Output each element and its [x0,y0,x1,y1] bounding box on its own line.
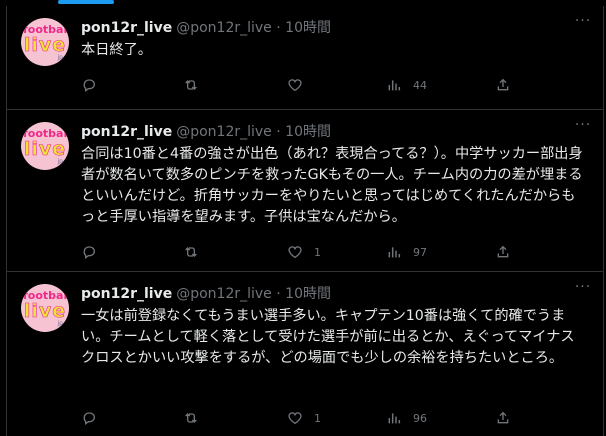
views-button[interactable]: 44 [386,76,427,94]
views-icon [386,244,402,260]
author-handle[interactable]: @pon12r_live [176,124,272,140]
author-name[interactable]: pon12r_live [81,20,172,36]
active-tab-indicator [58,0,114,4]
views-icon [386,410,402,426]
views-count: 97 [413,245,427,259]
tweet-text: 一女は前登録なくてもうまい選手多い。キャプテン10番は強くて的確でうまい。チーム… [81,308,575,366]
views-button[interactable]: 97 [386,243,427,261]
reply-button[interactable] [81,243,108,261]
share-button[interactable] [495,243,511,261]
like-icon [287,244,303,260]
tweet-actions: 1 96 [81,409,521,427]
retweet-button[interactable] [183,409,210,427]
tweet[interactable]: football live jp pon12r_live @pon12r_live… [7,6,603,110]
share-button[interactable] [495,409,511,427]
tweet[interactable]: football live jp pon12r_live @pon12r_live… [7,272,603,436]
reply-icon [81,244,97,260]
share-icon [495,410,511,426]
tweet[interactable]: football live jp pon12r_live @pon12r_live… [7,110,603,272]
views-count: 44 [413,78,427,92]
avatar-text-main: live [23,34,67,57]
share-icon [495,77,511,93]
separator-dot: · [276,286,281,302]
like-icon [287,410,303,426]
views-count: 96 [413,411,427,425]
tweet-time[interactable]: 10時間 [285,286,331,302]
tweet-header: pon12r_live @pon12r_live · 10時間 [81,283,589,303]
reply-button[interactable] [81,409,108,427]
avatar-text-sub: jp [57,320,63,327]
separator-dot: · [276,124,281,140]
retweet-button[interactable] [183,243,210,261]
author-handle[interactable]: @pon12r_live [176,20,272,36]
retweet-button[interactable] [183,76,210,94]
reply-icon [81,77,97,93]
avatar-text-main: live [23,138,67,161]
tweet-actions: 1 97 [81,243,521,261]
author-handle[interactable]: @pon12r_live [176,286,272,302]
avatar-text-sub: jp [57,54,63,61]
avatar[interactable]: football live jp [21,122,69,170]
share-button[interactable] [495,76,511,94]
avatar-text-sub: jp [57,158,63,165]
tweet-time[interactable]: 10時間 [285,20,331,36]
retweet-icon [183,77,199,93]
more-icon[interactable]: ··· [573,280,593,296]
views-icon [386,77,402,93]
tweet-header: pon12r_live @pon12r_live · 10時間 [81,121,589,141]
more-icon[interactable]: ··· [573,14,593,30]
like-count: 1 [314,411,321,425]
author-name[interactable]: pon12r_live [81,124,172,140]
like-button[interactable] [287,76,314,94]
author-name[interactable]: pon12r_live [81,286,172,302]
timeline: football live jp pon12r_live @pon12r_live… [6,6,604,436]
retweet-icon [183,244,199,260]
tweet-header: pon12r_live @pon12r_live · 10時間 [81,17,589,37]
avatar-text-main: live [23,300,67,323]
share-icon [495,244,511,260]
avatar[interactable]: football live jp [21,284,69,332]
avatar[interactable]: football live jp [21,18,69,66]
reply-icon [81,410,97,426]
views-button[interactable]: 96 [386,409,427,427]
reply-button[interactable] [81,76,108,94]
like-count: 1 [314,245,321,259]
retweet-icon [183,410,199,426]
tweet-text: 本日終了。 [81,42,152,58]
like-button[interactable]: 1 [287,243,321,261]
like-icon [287,77,303,93]
tweet-text: 合同は10番と4番の強さが出色（あれ？表現合ってる？）。中学サッカー部出身者が数… [81,146,583,225]
more-icon[interactable]: ··· [573,118,593,134]
tweet-actions: 44 [81,76,521,94]
tweet-time[interactable]: 10時間 [285,124,331,140]
like-button[interactable]: 1 [287,409,321,427]
separator-dot: · [276,20,281,36]
